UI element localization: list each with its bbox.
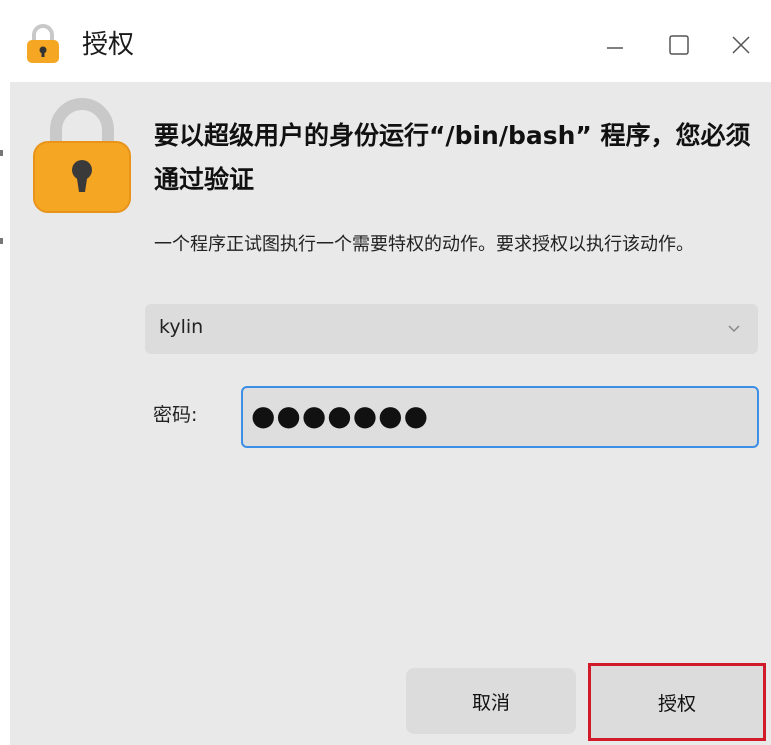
password-input[interactable]: ●●●●●●● [241,386,759,448]
maximize-icon [669,35,689,55]
close-icon [732,36,750,54]
window-title: 授权 [82,30,135,60]
edge-mark [0,238,3,244]
authorize-button-label: 授权 [657,692,696,715]
edge-mark [0,150,3,156]
close-button[interactable] [726,30,756,60]
password-label: 密码: [153,404,198,426]
cancel-button[interactable]: 取消 [406,668,576,734]
minimize-icon [607,47,623,49]
minimize-button[interactable] [600,30,630,60]
maximize-button[interactable] [664,30,694,60]
title-bar: 授权 [10,6,771,82]
lock-icon [27,24,59,63]
lock-icon [33,98,131,213]
selected-user: kylin [159,316,204,338]
auth-dialog-window: 授权 要以超级用户的身份运行“/bin/bash” 程序，您必须通过验证 一个程… [10,6,771,745]
user-select-dropdown[interactable]: kylin [145,304,758,354]
authorize-button[interactable]: 授权 [588,663,766,741]
password-value: ●●●●●●● [251,399,430,432]
dialog-description: 一个程序正试图执行一个需要特权的动作。要求授权以执行该动作。 [154,234,694,255]
cancel-button-label: 取消 [471,691,510,714]
chevron-down-icon [728,325,740,333]
dialog-heading: 要以超级用户的身份运行“/bin/bash” 程序，您必须通过验证 [154,121,751,194]
